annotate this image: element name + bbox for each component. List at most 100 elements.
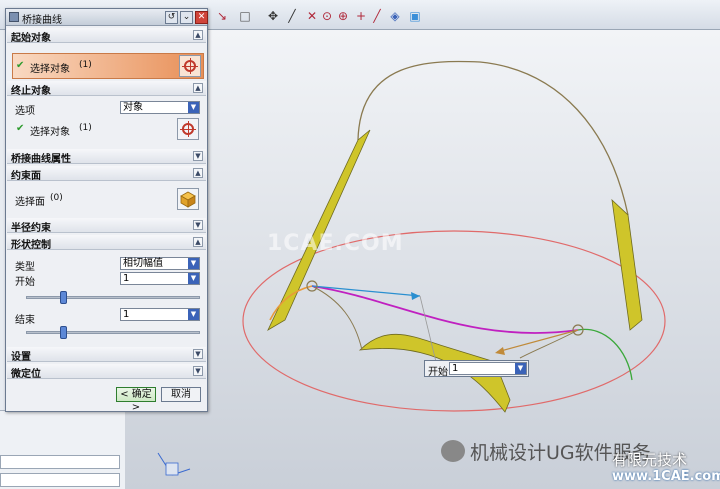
quadrant-icon[interactable]: ◈: [388, 9, 402, 23]
select-arrow-icon[interactable]: ↘: [215, 9, 229, 23]
center-icon[interactable]: ⊕: [336, 9, 350, 23]
rectangle-select-icon[interactable]: □: [238, 9, 252, 23]
chevron-down-icon[interactable]: ▼: [515, 363, 526, 374]
chevron-down-icon[interactable]: ▼: [188, 102, 199, 113]
section-fine-tune[interactable]: 微定位 ▼: [7, 364, 206, 380]
floating-start-field: 开始 1 ▼: [424, 360, 529, 378]
check-icon: ✔: [16, 123, 25, 134]
section-end-object-title: 终止对象: [11, 86, 51, 97]
section-constraint-face[interactable]: 约束面 ▲: [7, 166, 206, 182]
section-radius-constraint-title: 半径约束: [11, 223, 51, 234]
check-icon: ✔: [16, 60, 25, 71]
end-slider-thumb[interactable]: [60, 326, 68, 339]
watermark-text: 1CAE.COM: [267, 231, 404, 256]
bridge-curve: [311, 285, 579, 334]
intersection-icon[interactable]: +: [354, 9, 368, 23]
graphics-viewport[interactable]: [125, 30, 720, 489]
brand-line-1: 有限元技术: [612, 451, 688, 469]
section-shape-control-title: 形状控制: [11, 240, 51, 251]
model-canvas: [242, 60, 666, 413]
face-select-label: 选择面: [15, 197, 45, 208]
chevron-up-icon[interactable]: ▲: [193, 30, 203, 40]
bridge-curve-dialog: 桥接曲线 ↺ ⌄ ✕ 起始对象 ▲ ✔ 选择对象 (1) 终止对象 ▲ 选项 对…: [5, 8, 208, 413]
chevron-down-icon[interactable]: ▼: [188, 273, 199, 284]
line-icon[interactable]: ╱: [285, 9, 299, 23]
collapse-icon[interactable]: ⌄: [180, 11, 193, 24]
section-start-object-title: 起始对象: [11, 33, 51, 44]
end-point-picker-button[interactable]: [177, 118, 199, 140]
chevron-down-icon[interactable]: ▼: [193, 349, 203, 359]
section-bridge-properties[interactable]: 桥接曲线属性 ▼: [7, 149, 206, 165]
start-object-select-row[interactable]: ✔ 选择对象 (1): [12, 53, 204, 79]
start-value-input[interactable]: 1 ▼: [120, 272, 200, 285]
cancel-button[interactable]: 取消: [161, 387, 201, 402]
cube-icon[interactable]: ▣: [408, 9, 422, 23]
reset-icon[interactable]: ↺: [165, 11, 178, 24]
chevron-down-icon[interactable]: ▼: [193, 151, 203, 161]
end-tangent-arrow: [495, 347, 505, 355]
section-end-object[interactable]: 终止对象 ▲: [7, 81, 206, 97]
chevron-down-icon[interactable]: ▼: [188, 309, 199, 320]
end-value-input[interactable]: 1 ▼: [120, 308, 200, 321]
type-select[interactable]: 相切幅值 ▼: [120, 257, 200, 270]
chevron-up-icon[interactable]: ▲: [193, 83, 203, 93]
ok-button[interactable]: < 确定 >: [116, 387, 156, 413]
end-option-label: 选项: [15, 106, 35, 117]
midpoint-icon[interactable]: ⊙: [320, 9, 334, 23]
wcs-triad: [157, 452, 191, 476]
section-bridge-properties-title: 桥接曲线属性: [11, 154, 71, 165]
start-slider[interactable]: [26, 291, 200, 304]
section-shape-control[interactable]: 形状控制 ▲: [7, 235, 206, 251]
chevron-down-icon[interactable]: ▼: [193, 220, 203, 230]
point-on-curve-icon[interactable]: ╱: [370, 9, 384, 23]
start-select-count: (1): [79, 60, 92, 70]
navigator-panel: [0, 410, 125, 489]
floating-start-input[interactable]: 1 ▼: [449, 362, 527, 375]
floating-start-label: 开始: [428, 367, 448, 378]
section-fine-tune-title: 微定位: [11, 369, 41, 380]
end-label: 结束: [15, 315, 35, 326]
start-tangent-vector: [311, 285, 421, 297]
end-curve: [577, 328, 633, 381]
endpoint-icon[interactable]: ✕: [305, 9, 319, 23]
dialog-titlebar[interactable]: 桥接曲线 ↺ ⌄ ✕: [6, 9, 208, 26]
right-surface: [611, 198, 643, 331]
section-start-object[interactable]: 起始对象 ▲: [7, 28, 206, 44]
dialog-app-icon: [9, 12, 19, 22]
wechat-icon: [441, 440, 465, 462]
end-select-label: 选择对象: [30, 127, 70, 138]
left-surface: [267, 129, 371, 332]
navigator-row[interactable]: [0, 455, 120, 469]
chevron-down-icon[interactable]: ▼: [188, 258, 199, 269]
close-icon[interactable]: ✕: [195, 11, 208, 24]
end-option-select[interactable]: 对象 ▼: [120, 101, 200, 114]
navigator-row[interactable]: [0, 473, 120, 487]
section-constraint-face-title: 约束面: [11, 171, 41, 182]
snap-point-icon[interactable]: ✥: [266, 9, 280, 23]
crosshair-icon: [182, 58, 198, 74]
section-settings[interactable]: 设置 ▼: [7, 347, 206, 363]
start-value: 1: [123, 273, 130, 284]
cube-icon: [180, 191, 196, 208]
arch-curve: [357, 60, 629, 216]
start-slider-thumb[interactable]: [60, 291, 68, 304]
start-label: 开始: [15, 277, 35, 288]
face-picker-button[interactable]: [177, 188, 199, 210]
dialog-title: 桥接曲线: [22, 15, 62, 26]
start-tangent-arrow: [411, 292, 420, 300]
chevron-up-icon[interactable]: ▲: [193, 237, 203, 247]
section-radius-constraint[interactable]: 半径约束 ▼: [7, 218, 206, 234]
start-point-picker-button[interactable]: [179, 55, 201, 77]
end-slider[interactable]: [26, 326, 200, 339]
floating-start-value: 1: [452, 363, 459, 374]
chevron-down-icon[interactable]: ▼: [193, 366, 203, 376]
end-option-value: 对象: [123, 102, 143, 113]
face-select-count: (0): [50, 193, 63, 203]
brand-logo: 有限元技术 www.1CAE.com: [598, 449, 720, 485]
brand-line-2: www.1CAE.com: [612, 469, 720, 484]
crosshair-icon: [180, 121, 196, 137]
chevron-up-icon[interactable]: ▲: [193, 168, 203, 178]
end-value: 1: [123, 309, 130, 320]
type-label: 类型: [15, 262, 35, 273]
section-settings-title: 设置: [11, 352, 31, 363]
